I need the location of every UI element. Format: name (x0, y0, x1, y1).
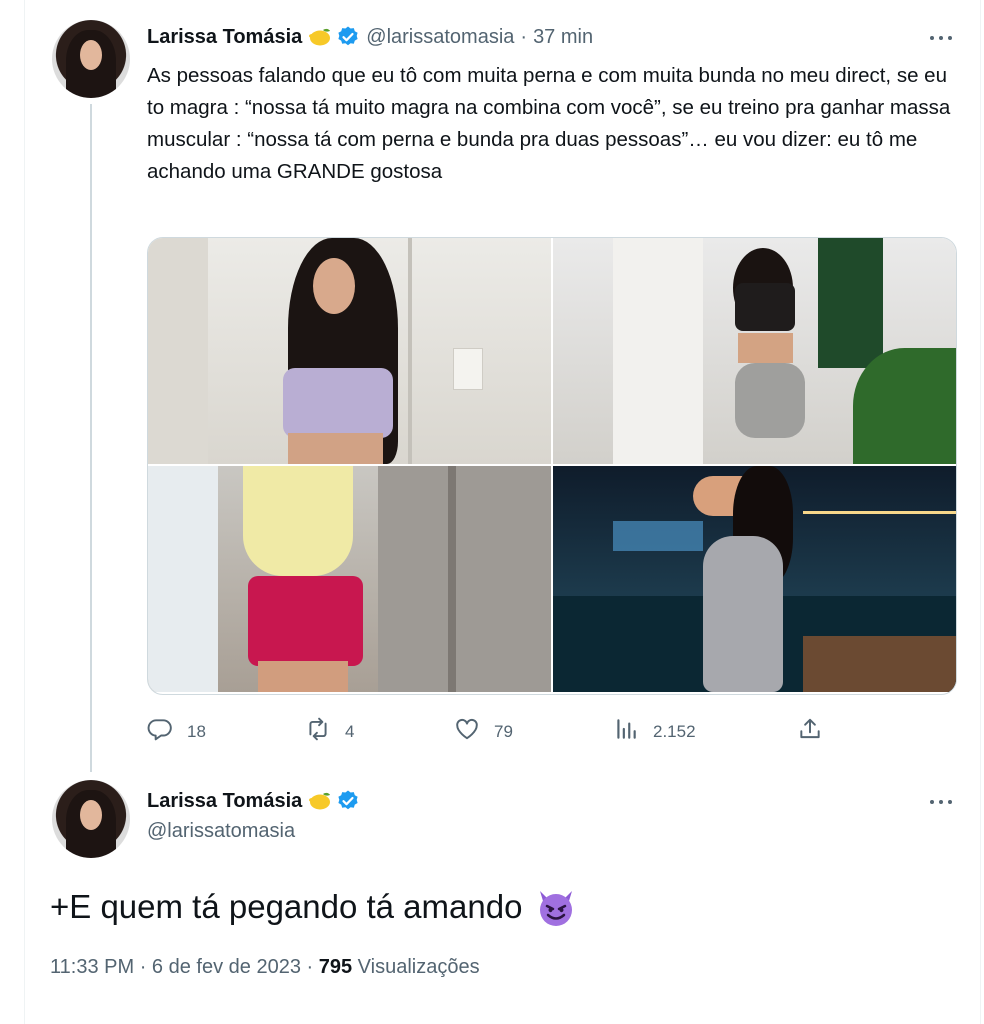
verified-badge-icon (336, 25, 360, 49)
thread-line (90, 104, 92, 772)
reply-body: +E quem tá pegando tá amando (50, 885, 578, 929)
reply-meta: 11:33 PM · 6 de fev de 2023 · 795 Visual… (50, 956, 480, 979)
avatar[interactable] (52, 20, 130, 98)
retweet-count: 4 (345, 721, 355, 741)
frame-border-left (24, 0, 25, 1024)
analytics-icon (613, 716, 653, 747)
meta-separator: · (306, 956, 314, 978)
tweet-text: As pessoas falando que eu tô com muita p… (147, 64, 951, 183)
share-icon (797, 716, 837, 747)
photo-1[interactable] (148, 238, 551, 464)
retweet-button[interactable]: 4 (305, 716, 354, 747)
more-icon[interactable] (928, 28, 958, 48)
heart-icon (454, 716, 494, 747)
reply-avatar[interactable] (52, 780, 130, 858)
reply-handle-row: @larissatomasia (147, 820, 295, 843)
reply-author-handle[interactable]: @larissatomasia (147, 820, 295, 843)
frame-border-right (980, 0, 981, 1024)
reply-time[interactable]: 11:33 PM (50, 956, 134, 978)
photo-4[interactable] (553, 466, 956, 692)
photo-2[interactable] (553, 238, 956, 464)
media-grid (147, 237, 957, 695)
views-button[interactable]: 2.152 (613, 716, 696, 747)
reply-views-label: Visualizações (357, 956, 480, 978)
smiling-devil-emoji-icon (534, 885, 578, 929)
like-count: 79 (494, 721, 513, 741)
author-handle[interactable]: @larissatomasia (366, 26, 514, 49)
reply-date[interactable]: 6 de fev de 2023 (152, 956, 301, 978)
reply-more-icon[interactable] (928, 792, 958, 812)
photo-3[interactable] (148, 466, 551, 692)
separator: · (520, 25, 528, 48)
meta-separator: · (139, 956, 147, 978)
tweet-actions: 18 4 79 2.152 (147, 712, 827, 748)
avatar-face (80, 800, 102, 830)
tweet-header: Larissa Tomásia @larissatomasia · 37 min (147, 25, 593, 49)
avatar-face (80, 40, 102, 70)
lemon-emoji-icon (308, 27, 332, 47)
reply-author-name[interactable]: Larissa Tomásia (147, 790, 302, 813)
reply-header: Larissa Tomásia (147, 789, 360, 813)
reply-views-count: 795 (318, 956, 353, 978)
verified-badge-icon (336, 789, 360, 813)
share-button[interactable] (797, 716, 837, 747)
reply-text: +E quem tá pegando tá amando (50, 888, 523, 925)
reply-icon (147, 716, 187, 747)
views-count: 2.152 (653, 721, 696, 741)
reply-count: 18 (187, 721, 206, 741)
reply-button[interactable]: 18 (147, 716, 206, 747)
lemon-emoji-icon (308, 791, 332, 811)
like-button[interactable]: 79 (454, 716, 513, 747)
author-name[interactable]: Larissa Tomásia (147, 26, 302, 49)
retweet-icon (305, 716, 345, 747)
timestamp[interactable]: 37 min (533, 26, 593, 49)
